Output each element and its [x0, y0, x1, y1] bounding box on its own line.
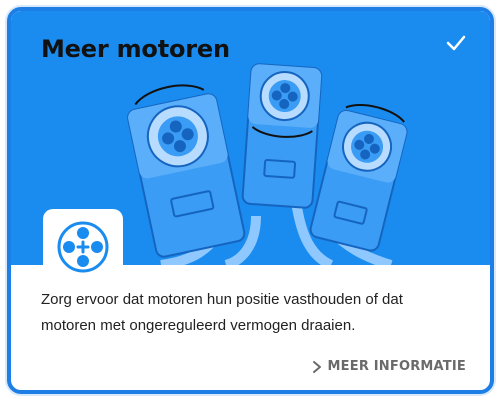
- motor-card[interactable]: Meer motoren Zorg ervoor dat motoren hun…: [7, 7, 494, 394]
- card-title: Meer motoren: [41, 35, 230, 63]
- badge: [43, 209, 123, 279]
- motor-hub-icon: [57, 221, 109, 273]
- more-info-link[interactable]: MEER INFORMATIE: [312, 359, 466, 374]
- chevron-right-icon: [312, 360, 321, 373]
- checkmark-icon[interactable]: [444, 31, 468, 55]
- more-info-label: MEER INFORMATIE: [327, 359, 466, 374]
- card-description: Zorg ervoor dat motoren hun positie vast…: [41, 291, 403, 334]
